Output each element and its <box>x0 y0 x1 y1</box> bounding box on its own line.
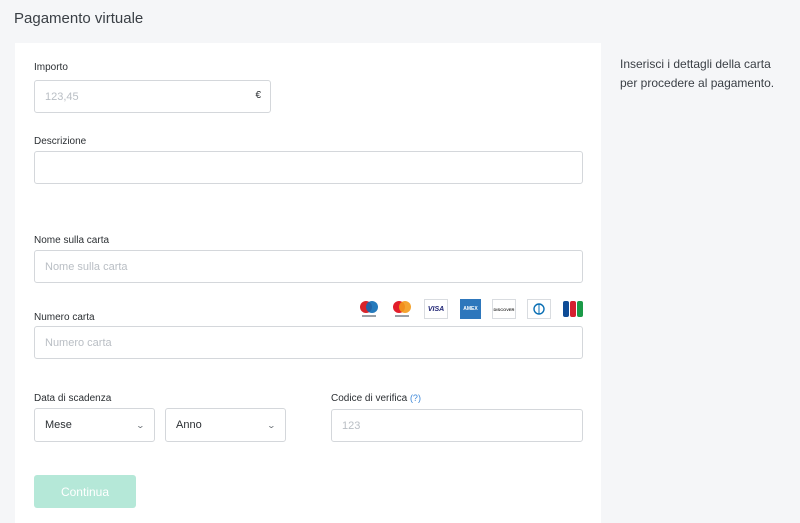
currency-symbol: € <box>255 90 261 101</box>
description-label: Descrizione <box>34 136 87 147</box>
expiry-year-value: Anno <box>176 419 202 431</box>
cvv-label-row: Codice di verifica (?) <box>331 393 421 404</box>
expiry-year-select[interactable]: Anno ⌄ <box>165 408 286 442</box>
expiry-label: Data di scadenza <box>34 393 112 404</box>
visa-icon: VISA <box>424 299 448 319</box>
amount-input[interactable] <box>34 80 271 113</box>
diners-club-icon <box>527 299 551 319</box>
american-express-icon: AMEX <box>460 299 481 319</box>
cvv-label: Codice di verifica <box>331 393 408 404</box>
discover-icon: DISCOVER <box>492 299 516 319</box>
side-note: Inserisci i dettagli della carta per pro… <box>620 57 775 90</box>
payment-card <box>15 43 601 523</box>
cvv-input[interactable] <box>331 409 583 442</box>
card-number-input[interactable] <box>34 326 583 359</box>
mastercard-icon <box>391 299 413 319</box>
chevron-down-icon: ⌄ <box>135 420 146 430</box>
maestro-icon <box>358 299 380 319</box>
card-name-label: Nome sulla carta <box>34 235 110 246</box>
card-logos: VISA AMEX DISCOVER <box>358 299 584 321</box>
expiry-month-value: Mese <box>45 419 72 431</box>
page-title: Pagamento virtuale <box>14 10 144 27</box>
continue-button[interactable]: Continua <box>34 475 136 508</box>
card-name-input[interactable] <box>34 250 583 283</box>
expiry-month-select[interactable]: Mese ⌄ <box>34 408 155 442</box>
cvv-help-link[interactable]: (?) <box>410 393 421 403</box>
amount-label: Importo <box>34 62 68 73</box>
amount-field-wrap: € <box>34 80 271 113</box>
description-input[interactable] <box>34 151 583 184</box>
jcb-icon <box>562 299 584 319</box>
card-number-label: Numero carta <box>34 312 95 323</box>
chevron-down-icon: ⌄ <box>266 420 277 430</box>
